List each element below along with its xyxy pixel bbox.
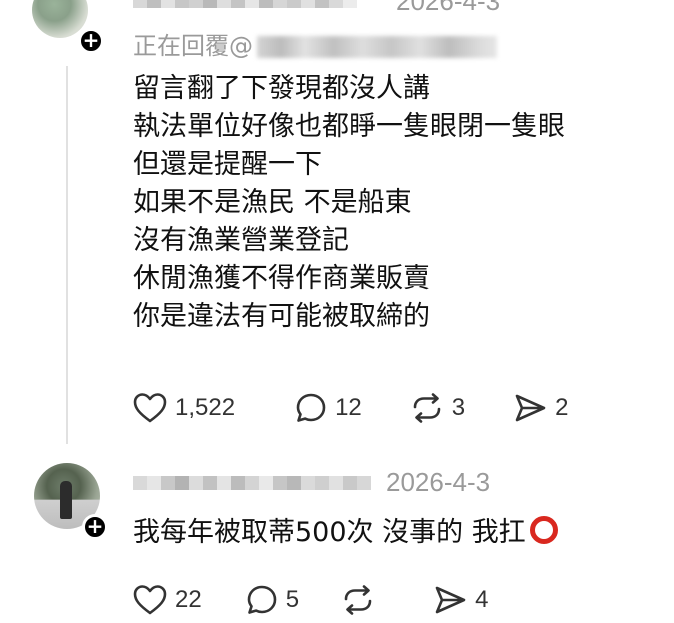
comment-line: 你是違法有可能被取締的 <box>133 301 430 332</box>
repost-arrows-icon <box>344 585 372 615</box>
share-count: 4 <box>475 586 489 613</box>
like-button[interactable]: 1,522 <box>133 392 235 424</box>
username-blurred[interactable] <box>133 0 357 8</box>
reply-count: 5 <box>285 586 300 613</box>
repost-count: 3 <box>451 394 466 421</box>
like-count: 1,522 <box>175 394 236 421</box>
replying-prefix: 正在回覆@ <box>133 32 253 60</box>
comment-line: 但還是提醒一下 <box>133 149 322 180</box>
thread-connector-line <box>66 66 68 444</box>
replying-handle-blurred[interactable] <box>257 36 497 58</box>
username-blurred[interactable] <box>133 476 371 490</box>
reply-button[interactable]: 12 <box>295 392 362 424</box>
comment-bubble-icon <box>296 393 326 422</box>
comment-body: 留言翻了下發現都沒人講 執法單位好像也都睜一隻眼閉一隻眼 但還是提醒一下 如果不… <box>133 70 565 336</box>
reply-count: 12 <box>335 394 362 421</box>
comment-line: 沒有漁業營業登記 <box>133 225 349 256</box>
repost-button[interactable]: 3 <box>410 392 465 424</box>
comment-bubble-icon <box>247 585 277 614</box>
comment-line: 休閒漁獲不得作商業販賣 <box>133 263 430 294</box>
comment-actions: 22 5 4 <box>133 584 488 616</box>
share-button[interactable]: 4 <box>433 584 488 616</box>
send-paper-plane-icon <box>515 394 546 422</box>
comment-line: 如果不是漁民 不是船東 <box>133 187 412 218</box>
comment-line: 留言翻了下發現都沒人講 <box>133 73 430 104</box>
repost-arrows-icon <box>413 393 441 423</box>
heart-icon <box>133 585 167 615</box>
comment-actions: 1,522 12 3 2 <box>133 392 568 424</box>
heart-icon <box>133 393 167 423</box>
replying-to-label: 正在回覆@ <box>133 26 497 61</box>
like-button[interactable]: 22 <box>133 584 202 616</box>
comment-text: 我每年被取蒂500次 沒事的 我扛 <box>133 517 526 548</box>
share-count: 2 <box>555 394 569 421</box>
follow-plus-icon[interactable]: + <box>82 514 108 540</box>
share-button[interactable]: 2 <box>513 392 568 424</box>
send-paper-plane-icon <box>435 586 466 614</box>
repost-button[interactable] <box>341 584 383 616</box>
hollow-red-circle-emoji-icon <box>529 515 558 544</box>
follow-plus-icon[interactable]: + <box>78 28 104 54</box>
comment-line: 執法單位好像也都睜一隻眼閉一隻眼 <box>133 111 565 142</box>
like-count: 22 <box>175 586 202 613</box>
timestamp: 2026-4-3 <box>386 467 491 497</box>
timestamp: 2026-4-3 <box>396 0 501 16</box>
reply-button[interactable]: 5 <box>246 584 299 616</box>
comment-body: 我每年被取蒂500次 沒事的 我扛 <box>133 510 558 549</box>
